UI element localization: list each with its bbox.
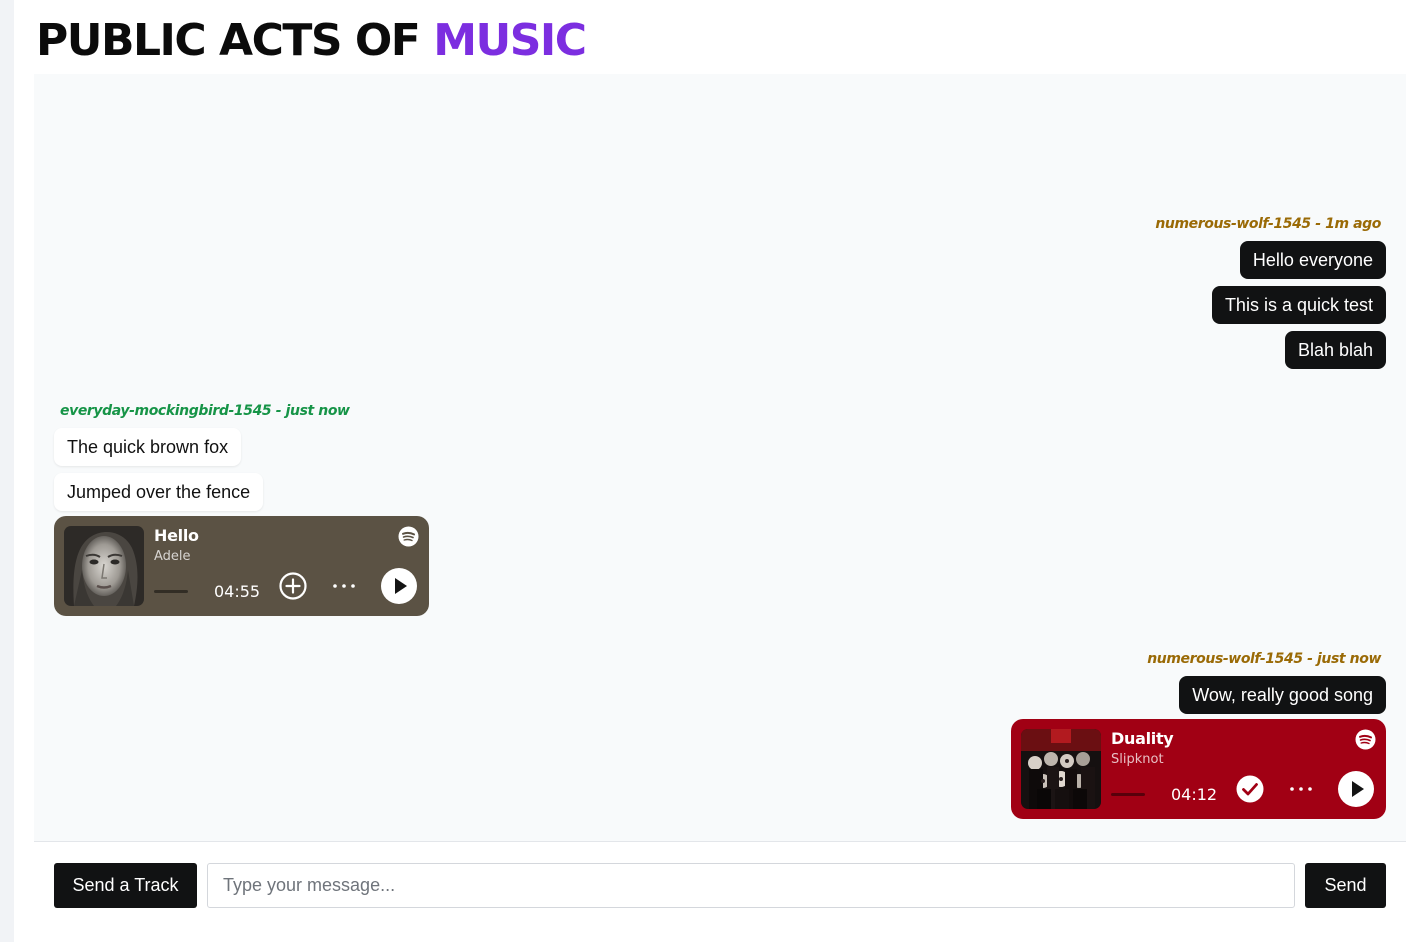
message-bubble: The quick brown fox	[54, 428, 242, 466]
message-group: everyday-mockingbird-1545 - just now The…	[54, 402, 429, 616]
message-bubble: Blah blah	[1284, 331, 1386, 369]
track-duration: 04:12	[1171, 785, 1218, 804]
play-icon	[1352, 781, 1364, 797]
track-progress-bar[interactable]	[1111, 793, 1145, 796]
message-group: numerous-wolf-1545 - 1m ago Hello everyo…	[1155, 215, 1386, 376]
message-input[interactable]	[207, 863, 1295, 908]
play-icon	[395, 578, 407, 594]
track-artist: Slipknot	[1111, 752, 1164, 767]
message-bubble: Hello everyone	[1239, 241, 1386, 279]
more-horizontal-icon[interactable]	[1287, 777, 1315, 801]
send-track-button[interactable]: Send a Track	[54, 863, 197, 908]
track-duration: 04:55	[214, 582, 261, 601]
play-button[interactable]	[381, 568, 417, 604]
album-art	[64, 526, 144, 606]
message-meta: numerous-wolf-1545 - 1m ago	[1155, 216, 1381, 232]
album-art	[1021, 729, 1101, 809]
message-bubble: Wow, really good song	[1179, 676, 1386, 714]
track-card: Duality Slipknot 04:12	[1011, 719, 1386, 819]
page-title-main: PUBLIC ACTS OF	[36, 15, 421, 66]
message-bubble: Jumped over the fence	[54, 473, 264, 511]
spotify-icon[interactable]	[1355, 729, 1376, 750]
page-title-accent: MUSIC	[433, 15, 587, 66]
track-card: Hello Adele 04:55	[54, 516, 429, 616]
play-button[interactable]	[1338, 771, 1374, 807]
message-group: numerous-wolf-1545 - just now Wow, reall…	[1011, 650, 1386, 819]
track-title: Hello	[154, 526, 199, 545]
add-circle-icon[interactable]	[278, 571, 308, 601]
message-meta: numerous-wolf-1545 - just now	[1147, 651, 1381, 667]
message-meta: everyday-mockingbird-1545 - just now	[60, 403, 350, 419]
track-title: Duality	[1111, 729, 1174, 748]
left-edge-strip	[0, 0, 14, 942]
message-bubble: This is a quick test	[1211, 286, 1386, 324]
check-circle-icon[interactable]	[1235, 774, 1265, 804]
page-title: PUBLIC ACTS OF MUSIC	[36, 14, 587, 68]
track-progress-bar[interactable]	[154, 590, 188, 593]
chat-area[interactable]: numerous-wolf-1545 - 1m ago Hello everyo…	[34, 74, 1406, 842]
send-button[interactable]: Send	[1305, 863, 1386, 908]
track-artist: Adele	[154, 549, 191, 564]
more-horizontal-icon[interactable]	[330, 574, 358, 598]
spotify-icon[interactable]	[398, 526, 419, 547]
